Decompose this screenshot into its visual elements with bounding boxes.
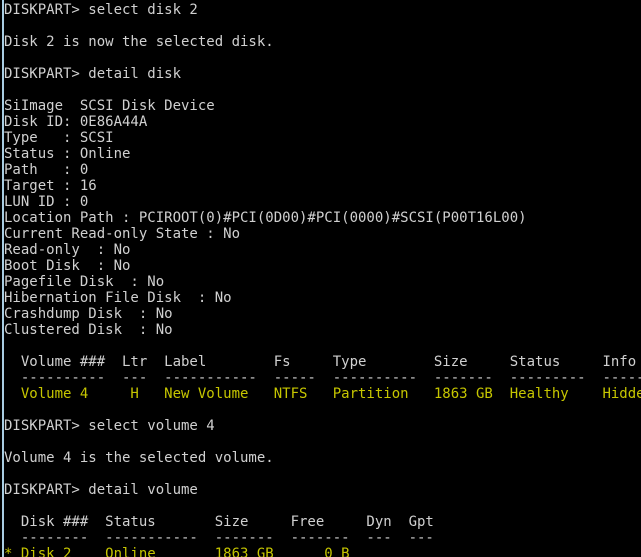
console-line-disk-current-readonly: Current Read-only State : No: [4, 226, 241, 242]
console-line-blank-4: [0, 338, 641, 354]
console-line-disk-status: Status : Online: [4, 146, 131, 162]
console-line-disk-type: Type : SCSI: [4, 130, 114, 146]
console-line-volume-table-header: Volume ### Ltr Label Fs Type Size Status…: [4, 354, 637, 370]
console-line-blank-5: [0, 402, 641, 418]
console-line-volume-table-row-4: Volume 4 H New Volume NTFS Partition 186…: [4, 386, 641, 402]
diskpart-console-window[interactable]: DISKPART> select disk 2 Disk 2 is now th…: [0, 0, 641, 557]
console-line-disk-boot: Boot Disk : No: [4, 258, 131, 274]
console-line-disk-hibernation: Hibernation File Disk : No: [4, 290, 232, 306]
console-output-area[interactable]: DISKPART> select disk 2 Disk 2 is now th…: [0, 0, 641, 557]
console-line-disk-id: Disk ID: 0E86A44A: [4, 114, 148, 130]
console-line-blank-1: [0, 18, 641, 34]
console-line-disk-location-path: Location Path : PCIROOT(0)#PCI(0D00)#PCI…: [4, 210, 527, 226]
console-line-msg-disk-selected: Disk 2 is now the selected disk.: [4, 34, 274, 50]
console-line-disk-pagefile: Pagefile Disk : No: [4, 274, 165, 290]
console-line-disk-path: Path : 0: [4, 162, 89, 178]
console-line-msg-volume-selected: Volume 4 is the selected volume.: [4, 450, 274, 466]
console-line-disk-table-rule: -------- ----------- ------- ------- ---…: [4, 530, 434, 546]
console-line-blank-8: [0, 498, 641, 514]
console-line-blank-7: [0, 466, 641, 482]
console-line-cmd-select-volume: DISKPART> select volume 4: [4, 418, 215, 434]
console-line-disk-model: SiImage SCSI Disk Device: [4, 98, 215, 114]
console-line-blank-3: [0, 82, 641, 98]
console-line-disk-crashdump: Crashdump Disk : No: [4, 306, 173, 322]
console-line-disk-table-header: Disk ### Status Size Free Dyn Gpt: [4, 514, 434, 530]
console-line-blank-6: [0, 434, 641, 450]
console-line-cmd-detail-disk: DISKPART> detail disk: [4, 66, 182, 82]
console-line-cmd-select-disk: DISKPART> select disk 2: [4, 2, 198, 18]
console-line-disk-table-row-2: * Disk 2 Online 1863 GB 0 B: [4, 546, 350, 557]
console-line-disk-readonly: Read-only : No: [4, 242, 131, 258]
console-line-blank-2: [0, 50, 641, 66]
console-line-disk-target: Target : 16: [4, 178, 97, 194]
console-line-volume-table-rule: ---------- --- ----------- ----- -------…: [4, 370, 641, 386]
console-line-cmd-detail-volume: DISKPART> detail volume: [4, 482, 198, 498]
console-line-disk-lun-id: LUN ID : 0: [4, 194, 89, 210]
console-line-disk-clustered: Clustered Disk : No: [4, 322, 173, 338]
